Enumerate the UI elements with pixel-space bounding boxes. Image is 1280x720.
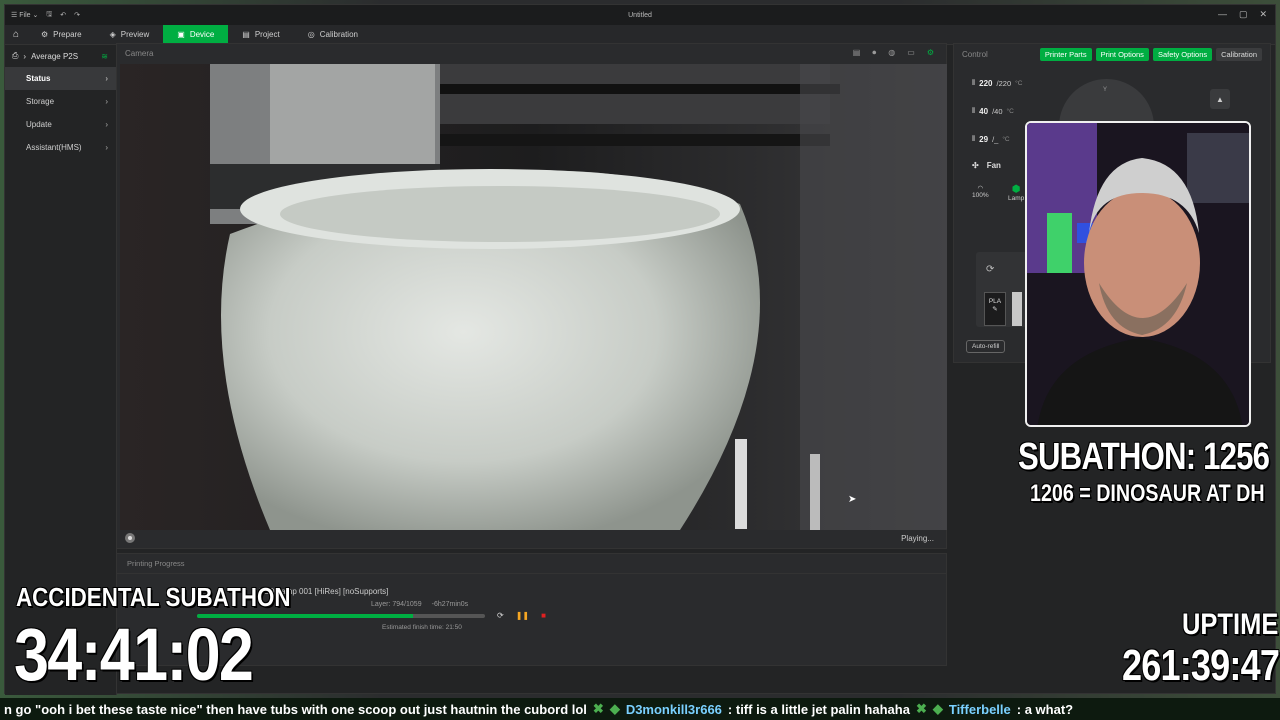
file-menu[interactable]: File	[19, 12, 30, 19]
fan-speed-icon: ◠	[977, 185, 984, 192]
menu-icon[interactable]: ☰ File ⌄	[11, 11, 38, 19]
tab-prepare[interactable]: ⚙ Prepare	[27, 25, 96, 45]
fan-speed[interactable]: ◠ 100%	[972, 184, 989, 199]
close-icon[interactable]: ✕	[1259, 9, 1267, 20]
stream-frame: { "app": { "title": "Untitled", "file_me…	[0, 0, 1280, 720]
record-icon[interactable]: ⏺	[872, 48, 876, 58]
chat-username: Tifferbelle	[948, 701, 1011, 717]
wifi-icon: ≋	[101, 51, 108, 61]
main-nav: ⌂ ⚙ Prepare ◈ Preview ▣ Device ▤ Project ◎ Ca…	[5, 24, 1275, 45]
chat-ticker: n go "ooh i bet these taste nice" then h…	[0, 698, 1280, 720]
maximize-icon[interactable]: ▢	[1239, 9, 1248, 20]
stop-button[interactable]: ■	[541, 611, 546, 620]
progress-title: Printing Progress	[117, 554, 946, 574]
pause-button[interactable]: ❚❚	[516, 611, 529, 620]
settings-icon[interactable]: ⚙	[927, 48, 934, 58]
timelapse-icon[interactable]: ▤	[853, 48, 861, 58]
chevron-right-icon: ›	[105, 74, 108, 83]
camera-title: Camera	[125, 48, 154, 58]
camera-record-toggle[interactable]	[125, 533, 135, 543]
undo-icon[interactable]: ↶	[60, 11, 66, 19]
camera-feed	[120, 64, 947, 530]
chat-username: D3monkill3r666	[625, 701, 722, 717]
mouse-cursor-icon: ➤	[848, 494, 857, 505]
chevron-right-icon: ›	[105, 143, 108, 152]
edit-icon: ✎	[992, 306, 998, 313]
nozzle-icon: ⫴	[972, 78, 976, 87]
tab-device[interactable]: ▣ Device	[163, 24, 229, 45]
emote-icon: ◆	[932, 701, 943, 716]
title-bar: ☰ File ⌄ 🖫 ↶ ↷ Untitled — ▢ ✕	[5, 5, 1275, 25]
preview-icon: ◈	[109, 30, 116, 39]
chamber-icon: ⫴	[972, 134, 976, 143]
subathon-count: SUBATHON: 1256	[1018, 436, 1270, 478]
chat-message: : tiff is a little jet palin hahaha	[727, 701, 910, 717]
ams-refresh-icon[interactable]: ⟳	[986, 264, 994, 275]
fan-icon: ✣	[972, 161, 979, 170]
chat-message: n go "ooh i bet these taste nice" then h…	[4, 701, 587, 717]
sidebar-item-storage[interactable]: Storage ›	[5, 90, 116, 113]
tab-safety-options[interactable]: Safety Options	[1152, 48, 1213, 61]
remaining-time: -6h27min0s	[431, 601, 469, 608]
lamp-toggle[interactable]: ⬢ Lamp	[1008, 184, 1024, 202]
refresh-icon[interactable]: ⟳	[497, 611, 504, 620]
camera-status: Playing...	[901, 533, 934, 543]
nozzle-temp[interactable]: ⫴ 220/220 °C	[972, 78, 1022, 88]
uptime-value: 261:39:47	[1122, 641, 1280, 690]
chamber-temp[interactable]: ⫴ 29/_ °C	[972, 134, 1010, 144]
sidebar-item-update[interactable]: Update ›	[5, 113, 116, 136]
redo-icon[interactable]: ↷	[74, 11, 80, 19]
printer-selector[interactable]: ⎙ › Average P2S ≋	[5, 45, 116, 67]
snapshot-icon[interactable]: ◍	[888, 48, 895, 58]
streamer-webcam	[1025, 121, 1251, 427]
device-icon: ▣	[177, 30, 185, 39]
z-up-button[interactable]: ▲	[1210, 89, 1230, 109]
calibration-icon: ◎	[307, 30, 315, 39]
tab-preview[interactable]: ◈ Preview	[96, 25, 164, 45]
prepare-icon: ⚙	[41, 30, 49, 39]
window-title: Untitled	[628, 11, 652, 19]
tab-printer-parts[interactable]: Printer Parts	[1039, 48, 1092, 61]
tab-print-options[interactable]: Print Options	[1095, 48, 1149, 61]
printer-icon: ⎙	[12, 51, 19, 60]
sidebar-item-assistant[interactable]: Assistant(HMS) ›	[5, 136, 116, 159]
bed-temp[interactable]: ⫴ 40/40 °C	[972, 106, 1014, 116]
chevron-right-icon: ›	[105, 97, 108, 106]
accidental-subathon-timer: 34:41:02	[14, 613, 254, 696]
chat-message: : a what?	[1016, 701, 1074, 717]
webcam-image	[1027, 123, 1249, 425]
filament-slot-2[interactable]	[1012, 292, 1022, 326]
filament-slot[interactable]: PLA ✎	[984, 292, 1006, 326]
camera-panel: Camera ▤ ⏺ ◍ ▭ ⚙ Playing...	[116, 43, 947, 549]
chevron-right-icon: ›	[105, 120, 108, 129]
sidebar-item-status[interactable]: Status ›	[5, 67, 116, 90]
fan-section[interactable]: ✣ Fan	[972, 161, 1001, 170]
emote-icon: ◆	[609, 701, 620, 716]
auto-refill-button[interactable]: Auto-refill	[966, 340, 1006, 353]
tab-calibration-control[interactable]: Calibration	[1216, 48, 1262, 61]
accidental-subathon-title: ACCIDENTAL SUBATHON	[16, 582, 291, 612]
emote-icon: ✖	[592, 701, 604, 716]
bed-icon: ⫴	[972, 106, 976, 115]
video-icon[interactable]: ▭	[907, 48, 915, 58]
tab-project[interactable]: ▤ Project	[228, 25, 293, 45]
estimated-finish: Estimated finish time: 21:50	[382, 624, 462, 631]
tab-calibration[interactable]: ◎ Calibration	[294, 25, 372, 45]
layer-count: Layer: 794/1059	[371, 601, 422, 608]
home-icon[interactable]: ⌂	[5, 29, 27, 40]
subathon-goal: 1206 = DINOSAUR AT DH	[1030, 480, 1265, 507]
emote-icon: ✖	[915, 701, 927, 716]
uptime-label: UPTIME	[1182, 608, 1279, 641]
project-icon: ▤	[242, 30, 250, 39]
lamp-icon: ⬢	[1011, 184, 1021, 195]
save-icon[interactable]: 🖫	[46, 10, 52, 21]
minimize-icon[interactable]: —	[1218, 9, 1227, 20]
print-bed-image	[120, 64, 947, 530]
